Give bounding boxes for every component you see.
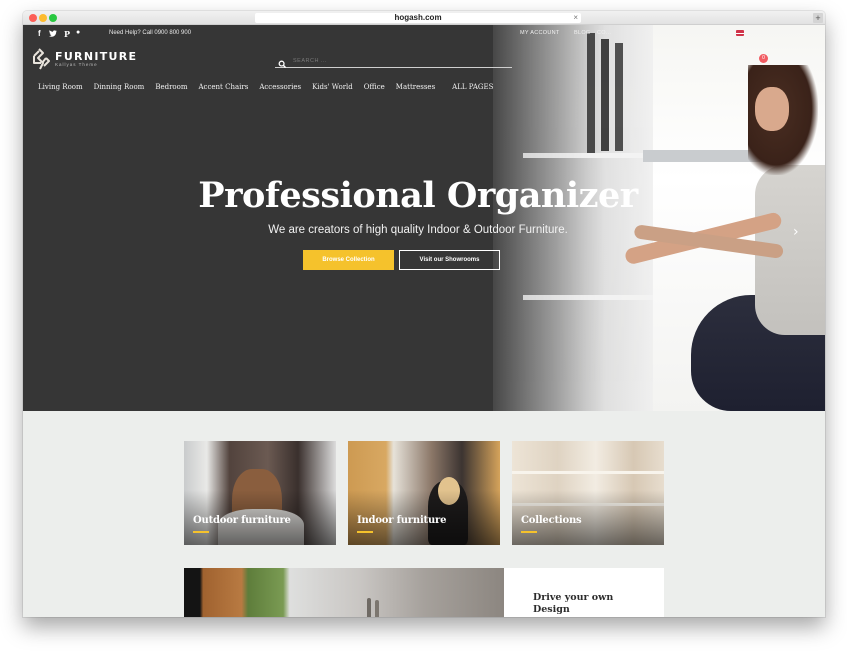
shelf-graphic <box>512 471 664 474</box>
facebook-icon[interactable]: f <box>38 29 41 38</box>
vase-graphic <box>375 600 379 617</box>
hero-subtitle: We are creators of high quality Indoor &… <box>268 224 568 236</box>
nav-item-accent-chairs[interactable]: Accent Chairs <box>199 83 249 91</box>
chair-logo-icon <box>32 48 52 70</box>
accent-underline <box>193 531 209 533</box>
address-url: hogash.com <box>394 13 442 22</box>
binder-graphic <box>601 39 609 151</box>
browser-titlebar: hogash.com × + <box>23 11 825 25</box>
window-minimize-button[interactable] <box>39 14 47 22</box>
nav-item-dinning-room[interactable]: Dinning Room <box>94 83 145 91</box>
promo-image <box>184 568 504 617</box>
site-logo[interactable]: FURNITURE Kallyas Theme <box>32 48 137 70</box>
tab-close-icon[interactable]: × <box>573 13 578 23</box>
my-account-link[interactable]: MY ACCOUNT <box>520 30 560 36</box>
category-card-title: Indoor furniture <box>357 515 447 526</box>
help-phone-text: Need Help? Call 0900 800 900 <box>109 30 192 36</box>
category-card-outdoor[interactable]: Outdoor furniture <box>184 441 336 545</box>
window-zoom-button[interactable] <box>49 14 57 22</box>
brand-name: FURNITURE <box>55 49 138 63</box>
search-icon[interactable] <box>278 56 287 69</box>
search-input[interactable] <box>293 55 503 66</box>
hero-slider: f P ● Need Help? Call 0900 800 900 MY AC… <box>23 25 825 411</box>
accent-underline <box>521 531 537 533</box>
nav-item-accessories[interactable]: Accessories <box>259 83 301 91</box>
address-bar[interactable]: hogash.com × <box>255 13 581 23</box>
hero-image <box>493 25 825 411</box>
pinterest-icon[interactable]: P <box>64 29 70 39</box>
web-page: f P ● Need Help? Call 0900 800 900 MY AC… <box>23 25 825 617</box>
window-close-button[interactable] <box>29 14 37 22</box>
promo-banner: Drive your own Design <box>184 568 664 617</box>
shelf-board <box>523 153 653 158</box>
twitter-icon[interactable] <box>49 30 57 39</box>
vase-graphic <box>367 598 371 617</box>
person-face-graphic <box>755 87 789 131</box>
nav-item-office[interactable]: Office <box>364 83 385 91</box>
new-tab-button[interactable]: + <box>813 13 823 23</box>
accent-underline <box>357 531 373 533</box>
main-nav: Living Room Dinning Room Bedroom Accent … <box>38 83 504 91</box>
search-bar <box>275 54 512 69</box>
blog-link[interactable]: BLOG <box>574 30 590 36</box>
browse-collection-button[interactable]: Browse Collection <box>303 250 394 270</box>
category-card-indoor[interactable]: Indoor furniture <box>348 441 500 545</box>
shelf-board <box>523 295 653 300</box>
hero-title: Professional Organizer <box>198 175 638 216</box>
nav-item-kids-world[interactable]: Kids' World <box>312 83 353 91</box>
binder-graphic <box>587 33 595 153</box>
category-card-title: Collections <box>521 515 582 526</box>
slider-next-arrow-icon[interactable]: › <box>793 225 805 239</box>
category-card-collections[interactable]: Collections <box>512 441 664 545</box>
nav-item-all-pages[interactable]: ALL PAGES <box>452 83 493 91</box>
nav-item-bedroom[interactable]: Bedroom <box>155 83 187 91</box>
visit-showrooms-button[interactable]: Visit our Showrooms <box>399 250 500 270</box>
language-flag-icon[interactable] <box>736 30 744 36</box>
category-card-title: Outdoor furniture <box>193 515 291 526</box>
bookshelf-graphic <box>493 25 653 411</box>
nav-item-living-room[interactable]: Living Room <box>38 83 83 91</box>
browser-window: hogash.com × + f P ● Need Help? Call 090… <box>23 11 825 617</box>
promo-text-panel: Drive your own Design <box>504 568 664 617</box>
cart-count-badge[interactable]: 0 <box>759 54 768 63</box>
contact-link[interactable]: CO... <box>597 30 611 36</box>
dribbble-icon[interactable]: ● <box>76 29 80 36</box>
top-bar: f P ● Need Help? Call 0900 800 900 MY AC… <box>23 25 825 43</box>
promo-title: Drive your own Design <box>533 592 614 615</box>
nav-item-mattresses[interactable]: Mattresses <box>396 83 435 91</box>
binder-graphic <box>615 43 623 151</box>
